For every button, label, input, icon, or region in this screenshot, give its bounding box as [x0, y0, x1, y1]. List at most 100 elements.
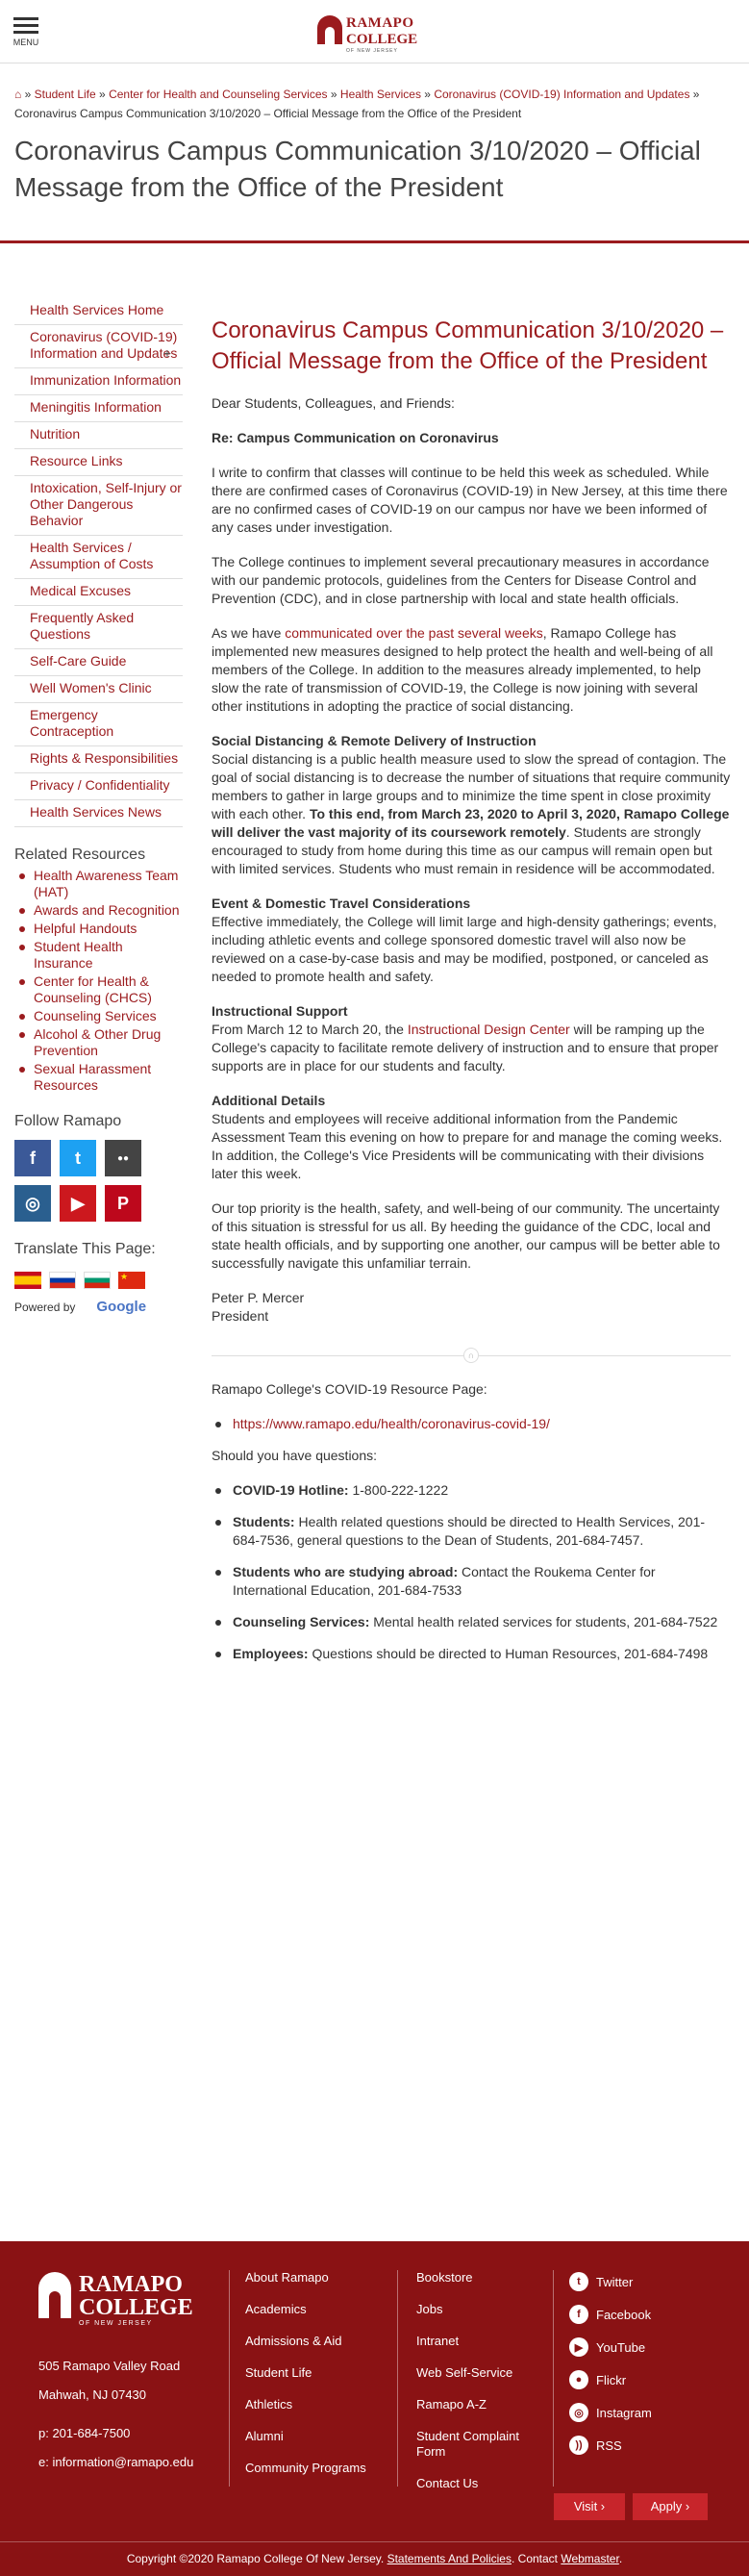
- footer-link-about[interactable]: About Ramapo: [245, 2270, 366, 2286]
- footer-link-complaint[interactable]: Student Complaint Form: [416, 2429, 546, 2460]
- related-link-alcohol[interactable]: Alcohol & Other Drug Prevention: [14, 1026, 183, 1059]
- footer-social-facebook[interactable]: f Facebook: [569, 2305, 652, 2324]
- related-link-counseling[interactable]: Counseling Services: [14, 1008, 183, 1024]
- copyright: Copyright ©2020 Ramapo College Of New Je…: [0, 2541, 749, 2565]
- spanish-flag-icon[interactable]: [14, 1272, 41, 1289]
- sidebar-item-privacy[interactable]: Privacy / Confidentiality: [14, 773, 183, 800]
- youtube-icon[interactable]: ▶: [60, 1185, 96, 1222]
- footer-link-community[interactable]: Community Programs: [245, 2461, 366, 2476]
- sidebar-item-news[interactable]: Health Services News: [14, 800, 183, 827]
- chinese-flag-icon[interactable]: ★: [118, 1272, 145, 1289]
- breadcrumb: ⌂ » Student Life » Center for Health and…: [14, 85, 721, 123]
- footer-link-student-life[interactable]: Student Life: [245, 2365, 366, 2381]
- footer-link-web-self-service[interactable]: Web Self-Service: [416, 2365, 546, 2381]
- resource-page-link[interactable]: https://www.ramapo.edu/health/coronaviru…: [233, 1416, 550, 1431]
- translate-heading: Translate This Page:: [14, 1241, 156, 1257]
- sidebar-item-coronavirus[interactable]: Coronavirus (COVID-19) Information and U…: [14, 325, 183, 368]
- breadcrumb-chcs[interactable]: Center for Health and Counseling Service…: [109, 88, 327, 101]
- visit-button[interactable]: Visit ›: [554, 2493, 625, 2520]
- footer-address: 505 Ramapo Valley Road Mahwah, NJ 07430 …: [38, 2357, 193, 2482]
- footer-link-academics[interactable]: Academics: [245, 2302, 366, 2317]
- text: Effective immediately, the College will …: [212, 914, 717, 984]
- russian-flag-icon[interactable]: [49, 1272, 76, 1289]
- content-divider: ∩: [212, 1342, 731, 1371]
- related-link-hat[interactable]: Health Awareness Team (HAT): [14, 868, 183, 900]
- sidebar-item-immunization[interactable]: Immunization Information: [14, 368, 183, 395]
- footer-logo[interactable]: RAMAPO COLLEGE OF NEW JERSEY: [38, 2270, 212, 2328]
- footer-link-athletics[interactable]: Athletics: [245, 2397, 366, 2412]
- rss-icon: )): [569, 2436, 588, 2455]
- twitter-icon[interactable]: t: [60, 1140, 96, 1176]
- site-logo[interactable]: RAMAPO COLLEGE OF NEW JERSEY: [317, 13, 433, 54]
- footer-link-alumni[interactable]: Alumni: [245, 2429, 366, 2444]
- questions-list: COVID-19 Hotline: 1-800-222-1222 Student…: [212, 1481, 731, 1663]
- apply-button[interactable]: Apply ›: [633, 2493, 708, 2520]
- signature-name: Peter P. Mercer: [212, 1290, 305, 1305]
- sidebar-item-well-womens-clinic[interactable]: Well Women's Clinic: [14, 676, 183, 703]
- question-text: Mental health related services for stude…: [369, 1614, 718, 1629]
- address-line1: 505 Ramapo Valley Road: [38, 2359, 181, 2373]
- sidebar-item-resource-links[interactable]: Resource Links: [14, 449, 183, 476]
- flag-row: ★: [14, 1272, 183, 1289]
- social-grid: f t ●● ◎ ▶ P: [14, 1140, 183, 1222]
- sidebar-item-rights[interactable]: Rights & Responsibilities: [14, 746, 183, 773]
- address-line2: Mahwah, NJ 07430: [38, 2387, 147, 2402]
- footer-link-admissions[interactable]: Admissions & Aid: [245, 2334, 366, 2349]
- pinterest-icon[interactable]: P: [105, 1185, 141, 1222]
- sidebar-item-medical-excuses[interactable]: Medical Excuses: [14, 579, 183, 606]
- sidebar-item-faq[interactable]: Frequently Asked Questions: [14, 606, 183, 649]
- breadcrumb-current: Coronavirus Campus Communication 3/10/20…: [14, 107, 522, 120]
- breadcrumb-coronavirus[interactable]: Coronavirus (COVID-19) Information and U…: [434, 88, 689, 101]
- footer-link-jobs[interactable]: Jobs: [416, 2302, 546, 2317]
- site-header: MENU RAMAPO COLLEGE OF NEW JERSEY: [0, 0, 749, 63]
- social-label: YouTube: [596, 2339, 646, 2355]
- footer-link-contact[interactable]: Contact Us: [416, 2476, 546, 2491]
- sidebar-item-self-care-guide[interactable]: Self-Care Guide: [14, 649, 183, 676]
- bulgarian-flag-icon[interactable]: [84, 1272, 111, 1289]
- webmaster-link[interactable]: Webmaster: [561, 2552, 618, 2565]
- footer-separator: [229, 2270, 230, 2487]
- question-text: Health related questions should be direc…: [233, 1514, 706, 1548]
- menu-label: MENU: [12, 38, 39, 47]
- policies-link[interactable]: Statements And Policies: [387, 2552, 512, 2565]
- list-item: Counseling Services: Mental health relat…: [212, 1613, 731, 1631]
- facebook-icon[interactable]: f: [14, 1140, 51, 1176]
- sidebar-item-emergency-contraception[interactable]: Emergency Contraception: [14, 703, 183, 746]
- social-label: Flickr: [596, 2372, 627, 2387]
- footer-social-youtube[interactable]: ▶ YouTube: [569, 2337, 652, 2357]
- related-link-harassment[interactable]: Sexual Harassment Resources: [14, 1061, 183, 1094]
- sidebar-item-meningitis[interactable]: Meningitis Information: [14, 395, 183, 422]
- sidebar-item-intoxication[interactable]: Intoxication, Self-Injury or Other Dange…: [14, 476, 183, 536]
- sidebar-item-nutrition[interactable]: Nutrition: [14, 422, 183, 449]
- footer-link-bookstore[interactable]: Bookstore: [416, 2270, 546, 2286]
- footer-link-a-z[interactable]: Ramapo A-Z: [416, 2397, 546, 2412]
- footer-social-rss[interactable]: )) RSS: [569, 2436, 652, 2455]
- main-content: Coronavirus Campus Communication 3/10/20…: [212, 316, 731, 1677]
- related-link-insurance[interactable]: Student Health Insurance: [14, 939, 183, 972]
- communicated-link[interactable]: communicated over the past several weeks: [285, 625, 542, 641]
- copyright-text: . Contact: [511, 2552, 562, 2565]
- footer-social-flickr[interactable]: ● Flickr: [569, 2370, 652, 2389]
- footer-link-intranet[interactable]: Intranet: [416, 2334, 546, 2349]
- instagram-icon[interactable]: ◎: [14, 1185, 51, 1222]
- related-link-awards[interactable]: Awards and Recognition: [14, 902, 183, 919]
- footer-social-twitter[interactable]: t Twitter: [569, 2272, 652, 2291]
- breadcrumb-student-life[interactable]: Student Life: [35, 88, 96, 101]
- google-logo[interactable]: Google: [96, 1299, 146, 1315]
- instructional-design-center-link[interactable]: Instructional Design Center: [408, 1022, 570, 1037]
- related-link-chcs[interactable]: Center for Health & Counseling (CHCS): [14, 973, 183, 1006]
- related-link-handouts[interactable]: Helpful Handouts: [14, 921, 183, 937]
- resource-list: https://www.ramapo.edu/health/coronaviru…: [212, 1415, 731, 1433]
- related-resources-heading: Related Resources: [14, 846, 146, 863]
- facebook-icon: f: [569, 2305, 588, 2324]
- expand-plus-icon[interactable]: +: [163, 345, 171, 362]
- sidebar-item-health-services-home[interactable]: Health Services Home: [14, 298, 183, 325]
- flickr-icon[interactable]: ●●: [105, 1140, 141, 1176]
- sidebar-item-assumption-of-costs[interactable]: Health Services / Assumption of Costs: [14, 536, 183, 579]
- footer-social-instagram[interactable]: ◎ Instagram: [569, 2403, 652, 2422]
- list-item: Students: Health related questions shoul…: [212, 1513, 731, 1550]
- menu-button[interactable]: MENU: [12, 17, 40, 47]
- question-label: Counseling Services:: [233, 1614, 370, 1629]
- breadcrumb-health-services[interactable]: Health Services: [340, 88, 421, 101]
- home-icon[interactable]: ⌂: [14, 88, 21, 101]
